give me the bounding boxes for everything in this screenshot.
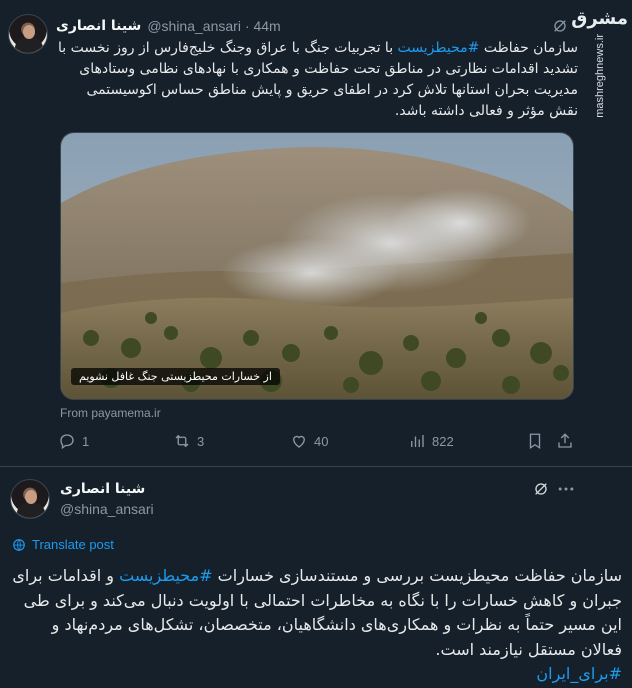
share-icon [558,433,572,448]
like-icon [293,435,305,448]
reply-count: 1 [82,433,90,449]
views-count: 822 [432,433,454,449]
grok-icon[interactable] [533,481,549,497]
bookmark-icon [529,433,541,450]
tweet-text: سازمان حفاظت #محیطزیست با تجربیات جنگ با… [58,40,578,119]
translate-icon [13,538,25,551]
grok-icon[interactable] [552,18,568,34]
translate-post-link[interactable]: Translate post [12,537,114,552]
translate-label[interactable]: Translate post [32,537,114,552]
author-name[interactable]: شینا انصاری [56,18,141,34]
tweet-text: سازمان حفاظت محیطزیست بررسی و مستندسازی … [12,566,622,683]
views-icon [411,435,424,447]
repost-count: 3 [197,433,205,449]
like-button[interactable]: 40 [290,432,328,450]
tweet-2[interactable]: شینا انصاری @shina_ansari Translate post… [0,467,632,688]
more-icon[interactable] [556,479,576,499]
tweet-header: شینا انصاری @shina_ansari · 44m [56,16,578,36]
reply-icon [60,434,74,450]
wildfire-mountain-image [61,133,573,399]
image-caption: از خسارات محیطزیستی جنگ غافل نشویم [71,368,280,385]
avatar[interactable] [10,479,50,519]
hashtag-link[interactable]: #محیطزیست [119,566,213,585]
bookmark-button[interactable] [526,432,544,450]
repost-button[interactable]: 3 [173,432,204,450]
avatar[interactable] [8,14,48,54]
hashtag-link-2[interactable]: #برای_ایران [536,664,622,683]
reply-button[interactable]: 1 [58,432,89,450]
share-button[interactable] [556,432,574,450]
tweet-time[interactable]: · 44m [245,18,281,34]
news-watermark: مشرق mashreghnews.ir [571,0,632,466]
link-source[interactable]: From payamema.ir [60,406,161,420]
hashtag-link[interactable]: #محیطزیست [398,40,480,56]
author-handle[interactable]: @shina_ansari [147,18,241,34]
author-handle[interactable]: @shina_ansari [60,501,154,517]
tweet-1[interactable]: شینا انصاری @shina_ansari · 44m سازمان ح… [0,0,632,466]
watermark-url: mashreghnews.ir [594,34,606,118]
views-button[interactable]: 822 [408,432,454,450]
author-name[interactable]: شینا انصاری [60,481,145,497]
tweet-image[interactable]: از خسارات محیطزیستی جنگ غافل نشویم [60,132,574,400]
watermark-logo: مشرق [571,8,629,29]
tweet-actions: 1 3 40 822 [58,432,578,456]
like-count: 40 [314,433,329,449]
repost-icon [175,434,189,448]
